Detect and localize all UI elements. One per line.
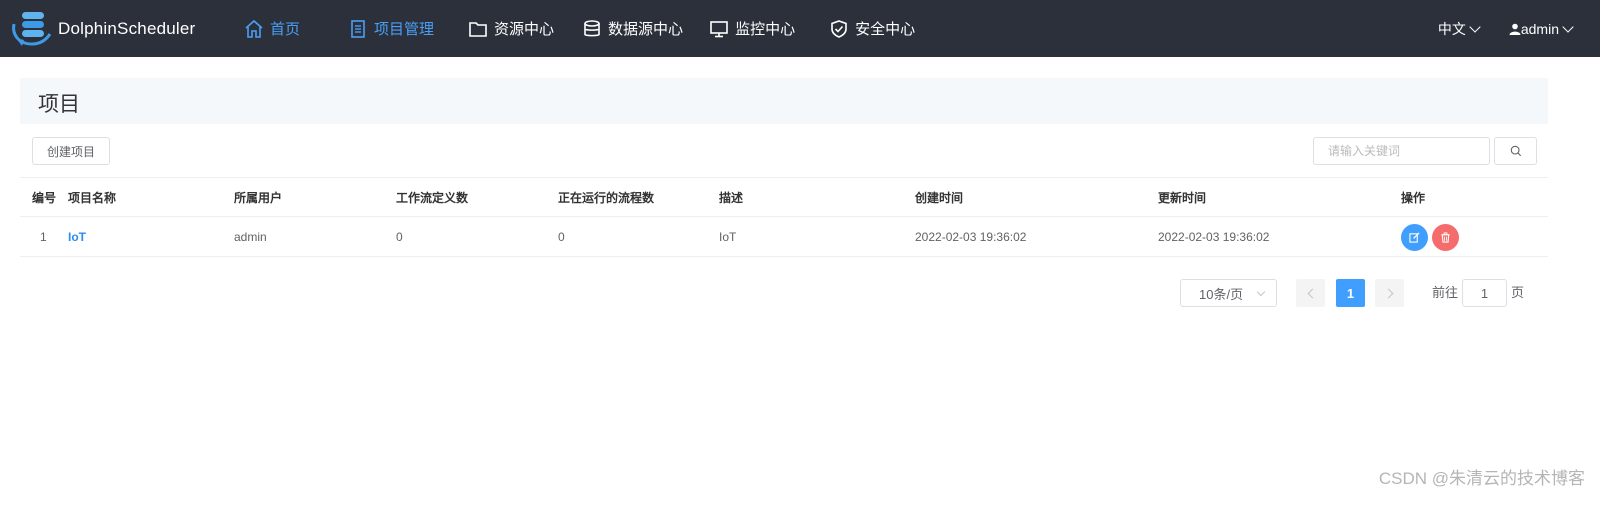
cell-running-count: 0 [558, 230, 565, 244]
next-page-button[interactable] [1375, 279, 1404, 307]
search-button[interactable] [1494, 137, 1537, 165]
app-name: DolphinScheduler [58, 19, 196, 38]
header-description: 描述 [719, 191, 744, 205]
table-header-row: 编号 项目名称 所属用户 工作流定义数 正在运行的流程数 描述 创建时间 更新时… [20, 177, 1548, 217]
nav-label: 数据源中心 [608, 21, 684, 38]
nav-label: 项目管理 [374, 21, 435, 38]
table-row: 1 IoT admin 0 0 IoT 2022-02-03 19:36:02 … [20, 217, 1548, 257]
cell-workflow-count: 0 [396, 230, 403, 244]
chevron-down-icon [1469, 20, 1481, 33]
cell-update-time: 2022-02-03 19:36:02 [1158, 230, 1270, 244]
header-update-time: 更新时间 [1158, 191, 1207, 205]
page-size-label: 10条/页 [1199, 286, 1244, 302]
header-owner: 所属用户 [234, 191, 283, 205]
edit-button[interactable] [1401, 224, 1428, 251]
nav-label: 安全中心 [855, 21, 916, 38]
cell-owner: admin [234, 230, 267, 244]
user-dropdown[interactable]: admin [1509, 20, 1574, 37]
folder-icon [469, 21, 487, 37]
page-title-bar: 项目 [20, 78, 1548, 124]
cell-create-time: 2022-02-03 19:36:02 [915, 230, 1027, 244]
nav-item-security[interactable]: 安全中心 [829, 0, 915, 57]
nav-label: 资源中心 [494, 21, 555, 38]
nav-right: 中文 admin [1408, 0, 1574, 57]
header-id: 编号 [32, 191, 57, 205]
header-name: 项目名称 [68, 191, 117, 205]
page-title: 项目 [38, 93, 80, 116]
edit-icon [1409, 232, 1420, 243]
goto-page-input[interactable] [1462, 279, 1507, 307]
nav-label: 首页 [270, 21, 301, 38]
user-icon [1509, 23, 1521, 35]
prev-page-button[interactable] [1296, 279, 1325, 307]
language-dropdown[interactable]: 中文 [1437, 19, 1481, 39]
dolphin-logo-icon [12, 12, 52, 46]
page-size-select[interactable]: 10条/页 [1180, 279, 1277, 307]
chevron-down-icon [1562, 20, 1574, 33]
project-table: 编号 项目名称 所属用户 工作流定义数 正在运行的流程数 描述 创建时间 更新时… [20, 177, 1548, 257]
nav-item-datasource[interactable]: 数据源中心 [582, 0, 683, 57]
chevron-right-icon [1383, 288, 1393, 298]
goto-suffix: 页 [1511, 285, 1525, 300]
user-label: admin [1520, 20, 1559, 37]
nav-item-monitor[interactable]: 监控中心 [709, 0, 795, 57]
header-running-count: 正在运行的流程数 [558, 191, 655, 205]
goto-label: 前往 [1432, 285, 1459, 300]
chevron-down-icon [1256, 287, 1266, 297]
search-icon [1510, 145, 1521, 157]
project-name-link[interactable]: IoT [68, 217, 86, 257]
delete-button[interactable] [1432, 224, 1459, 251]
page-number-current[interactable]: 1 [1336, 279, 1365, 307]
document-icon [351, 19, 365, 38]
database-icon [584, 19, 600, 36]
language-label: 中文 [1437, 20, 1466, 37]
cell-id: 1 [40, 230, 47, 244]
trash-icon [1441, 232, 1450, 243]
nav-item-projects[interactable]: 项目管理 [348, 0, 434, 57]
header-workflow-count: 工作流定义数 [396, 191, 469, 205]
header-create-time: 创建时间 [915, 191, 964, 205]
shield-icon [831, 19, 847, 38]
nav-item-resources[interactable]: 资源中心 [468, 0, 554, 57]
monitor-icon [710, 20, 728, 37]
main-nav: 首页 项目管理 资源中心 数据源中心 监控中心 安全中心 [244, 0, 915, 57]
top-nav-bar: DolphinScheduler 首页 项目管理 资源中心 数据源中心 监控中心… [0, 0, 1600, 57]
search-input[interactable] [1313, 137, 1490, 165]
chevron-left-icon [1307, 288, 1317, 298]
watermark: CSDN @朱清云的技术博客 [1378, 469, 1585, 488]
nav-item-home[interactable]: 首页 [244, 0, 300, 57]
nav-label: 监控中心 [735, 21, 796, 38]
create-project-button[interactable]: 创建项目 [32, 137, 110, 165]
home-icon [245, 19, 263, 38]
app-logo[interactable]: DolphinScheduler [10, 10, 195, 48]
cell-description: IoT [719, 230, 737, 244]
header-actions: 操作 [1401, 191, 1426, 205]
